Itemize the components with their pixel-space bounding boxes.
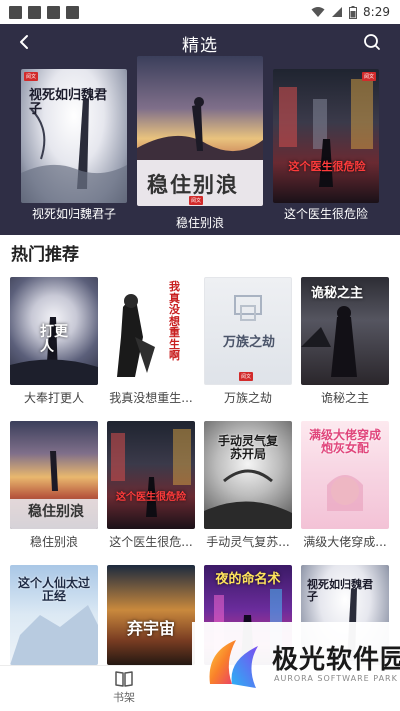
hero-book-cover-2[interactable]: 稳住别浪 阅文 (137, 56, 263, 206)
section-title: 热门推荐 (11, 245, 79, 265)
book-title[interactable]: 万族之劫 (204, 389, 292, 406)
search-icon (364, 34, 380, 50)
notification-square-icon (66, 6, 79, 19)
aurora-logo-icon (209, 640, 258, 688)
book-cover-text: 满级大佬穿成炮灰女配 (308, 428, 381, 455)
book-cover[interactable]: 我真没想重生啊 (107, 277, 195, 385)
clock: 8:29 (363, 5, 390, 19)
notification-square-icon (9, 6, 22, 19)
book-title[interactable]: 手动灵气复苏... (204, 533, 292, 550)
status-bar: 8:29 (0, 0, 400, 24)
book-cover[interactable]: 诡秘之主 (301, 277, 389, 385)
publisher-badge: 阅文 (189, 196, 204, 205)
book-cover-text: 诡秘之主 (311, 286, 364, 301)
book-title[interactable]: 稳住别浪 (10, 533, 98, 550)
book-cover-text: 手动灵气复苏开局 (217, 434, 278, 461)
book-title[interactable]: 诡秘之主 (301, 389, 389, 406)
hero-book-cover-text: 视死如归魏君子 (29, 88, 108, 117)
book-title[interactable]: 我真没想重生... (107, 389, 195, 406)
book-cover-text: 夜的命名术 (215, 572, 281, 587)
book-title[interactable]: 这个医生很危... (107, 533, 195, 550)
book-cover[interactable]: 手动灵气复苏开局 (204, 421, 292, 529)
signal-icon (332, 7, 343, 17)
watermark-subtitle: AURORA SOFTWARE PARK (274, 674, 398, 683)
hero-book-cover-text: 稳住别浪 (147, 172, 239, 197)
hero-book-title-1[interactable]: 视死如归魏君子 (14, 205, 134, 222)
book-cover[interactable]: 满级大佬穿成炮灰女配 (301, 421, 389, 529)
book-cover-text: 这个人仙太过正经 (17, 576, 90, 603)
book-cover[interactable]: 打更人 (10, 277, 98, 385)
publisher-badge: 阅文 (24, 72, 39, 81)
book-title[interactable]: 大奉打更人 (10, 389, 98, 406)
book-title[interactable]: 满级大佬穿成... (301, 533, 389, 550)
book-cover[interactable]: 稳住别浪 (10, 421, 98, 529)
book-cover-text: 这个医生很危险 (116, 492, 186, 503)
hero-book-title-2[interactable]: 稳住别浪 (137, 214, 263, 231)
book-cover[interactable]: 弃宇宙 (107, 565, 195, 665)
nav-bookshelf[interactable]: 书架 (94, 670, 154, 705)
nav-bookshelf-label: 书架 (113, 691, 135, 704)
notification-square-icon (28, 6, 41, 19)
watermark: 极光软件园 AURORA SOFTWARE PARK (192, 622, 400, 711)
notification-square-icon (47, 6, 60, 19)
watermark-title: 极光软件园 (272, 645, 400, 675)
book-cover-text: 视死如归魏君子 (307, 578, 373, 603)
book-cover[interactable]: 这个人仙太过正经 (10, 565, 98, 665)
featured-header: 精选 阅文 视死如归魏君子 视死如归魏君子 稳住别浪 阅文 稳住别浪 阅文 这个… (0, 24, 400, 235)
book-cover[interactable]: 这个医生很危险 (107, 421, 195, 529)
book-cover-text: 打更人 (40, 324, 68, 355)
battery-icon (349, 5, 358, 19)
book-open-icon (115, 671, 133, 687)
search-button[interactable] (358, 28, 386, 56)
hero-book-title-3[interactable]: 这个医生很危险 (266, 205, 386, 222)
book-cover-text: 稳住别浪 (28, 504, 84, 520)
publisher-badge: 阅文 (239, 372, 254, 381)
hero-book-cover-1[interactable]: 阅文 视死如归魏君子 (21, 69, 127, 203)
hero-book-cover-text: 这个医生很危险 (288, 160, 366, 173)
wifi-icon (311, 7, 325, 17)
page-title: 精选 (182, 36, 218, 56)
book-cover-text: 我真没想重生啊 (169, 280, 180, 363)
book-cover-text: 弃宇宙 (126, 619, 175, 638)
publisher-badge: 阅文 (361, 72, 376, 81)
hero-book-cover-3[interactable]: 阅文 这个医生很危险 (273, 69, 379, 203)
book-cover-text: 万族之劫 (222, 335, 275, 350)
book-cover[interactable]: 万族之劫 阅文 (204, 277, 292, 385)
